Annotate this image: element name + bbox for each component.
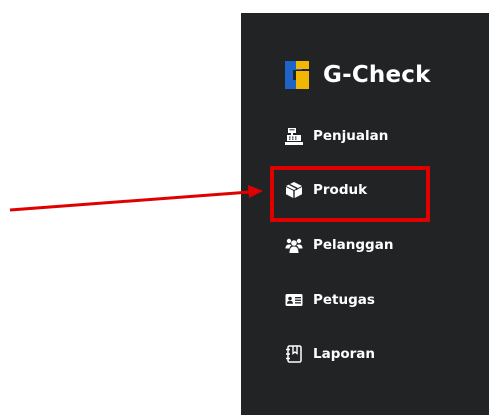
pointer-arrow — [9, 185, 263, 212]
